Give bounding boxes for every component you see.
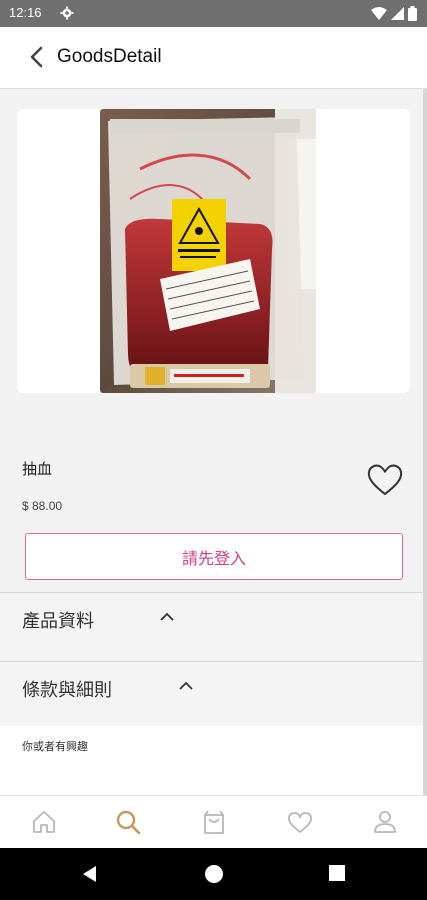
favorite-heart-icon[interactable] xyxy=(366,461,404,499)
back-arrow-icon[interactable] xyxy=(24,43,52,71)
system-recents-icon[interactable] xyxy=(328,864,346,882)
interest-label: 你或者有興趣 xyxy=(22,740,88,753)
bottom-navigation xyxy=(0,795,427,848)
cart-icon[interactable] xyxy=(200,808,228,836)
product-price: $ 88.00 xyxy=(22,499,63,513)
system-navigation-bar xyxy=(0,848,427,900)
login-first-button[interactable]: 請先登入 xyxy=(25,533,403,580)
cell-signal-icon xyxy=(391,7,404,20)
product-photo[interactable] xyxy=(100,109,316,393)
interest-area: 你或者有興趣 xyxy=(0,726,423,795)
page-title: GoodsDetail xyxy=(57,46,162,67)
scrollbar[interactable] xyxy=(423,89,427,795)
status-time: 12:16 xyxy=(9,5,42,20)
section-product-info-label: 產品資料 xyxy=(22,611,94,632)
battery-icon xyxy=(408,6,417,21)
chevron-up-icon[interactable] xyxy=(159,611,175,623)
system-home-icon[interactable] xyxy=(204,864,224,884)
home-icon[interactable] xyxy=(30,808,58,836)
content-area: 抽血 $ 88.00 請先登入 產品資料 條款與細則 你或者有興趣 xyxy=(0,89,427,795)
status-bar: 12:16 xyxy=(0,0,427,27)
chevron-up-icon[interactable] xyxy=(178,680,194,692)
search-icon[interactable] xyxy=(114,808,142,836)
wifi-icon xyxy=(371,6,387,20)
product-image-card xyxy=(17,109,410,393)
section-terms[interactable]: 條款與細則 xyxy=(0,662,423,726)
heart-icon[interactable] xyxy=(286,808,314,836)
section-terms-label: 條款與細則 xyxy=(22,680,112,701)
profile-icon[interactable] xyxy=(371,808,399,836)
system-back-icon[interactable] xyxy=(80,864,100,884)
section-product-info[interactable]: 產品資料 xyxy=(0,593,423,661)
settings-icon xyxy=(60,6,74,20)
app-bar: GoodsDetail xyxy=(0,27,427,89)
blood-bag-photo xyxy=(100,109,316,393)
product-name: 抽血 xyxy=(22,460,53,478)
